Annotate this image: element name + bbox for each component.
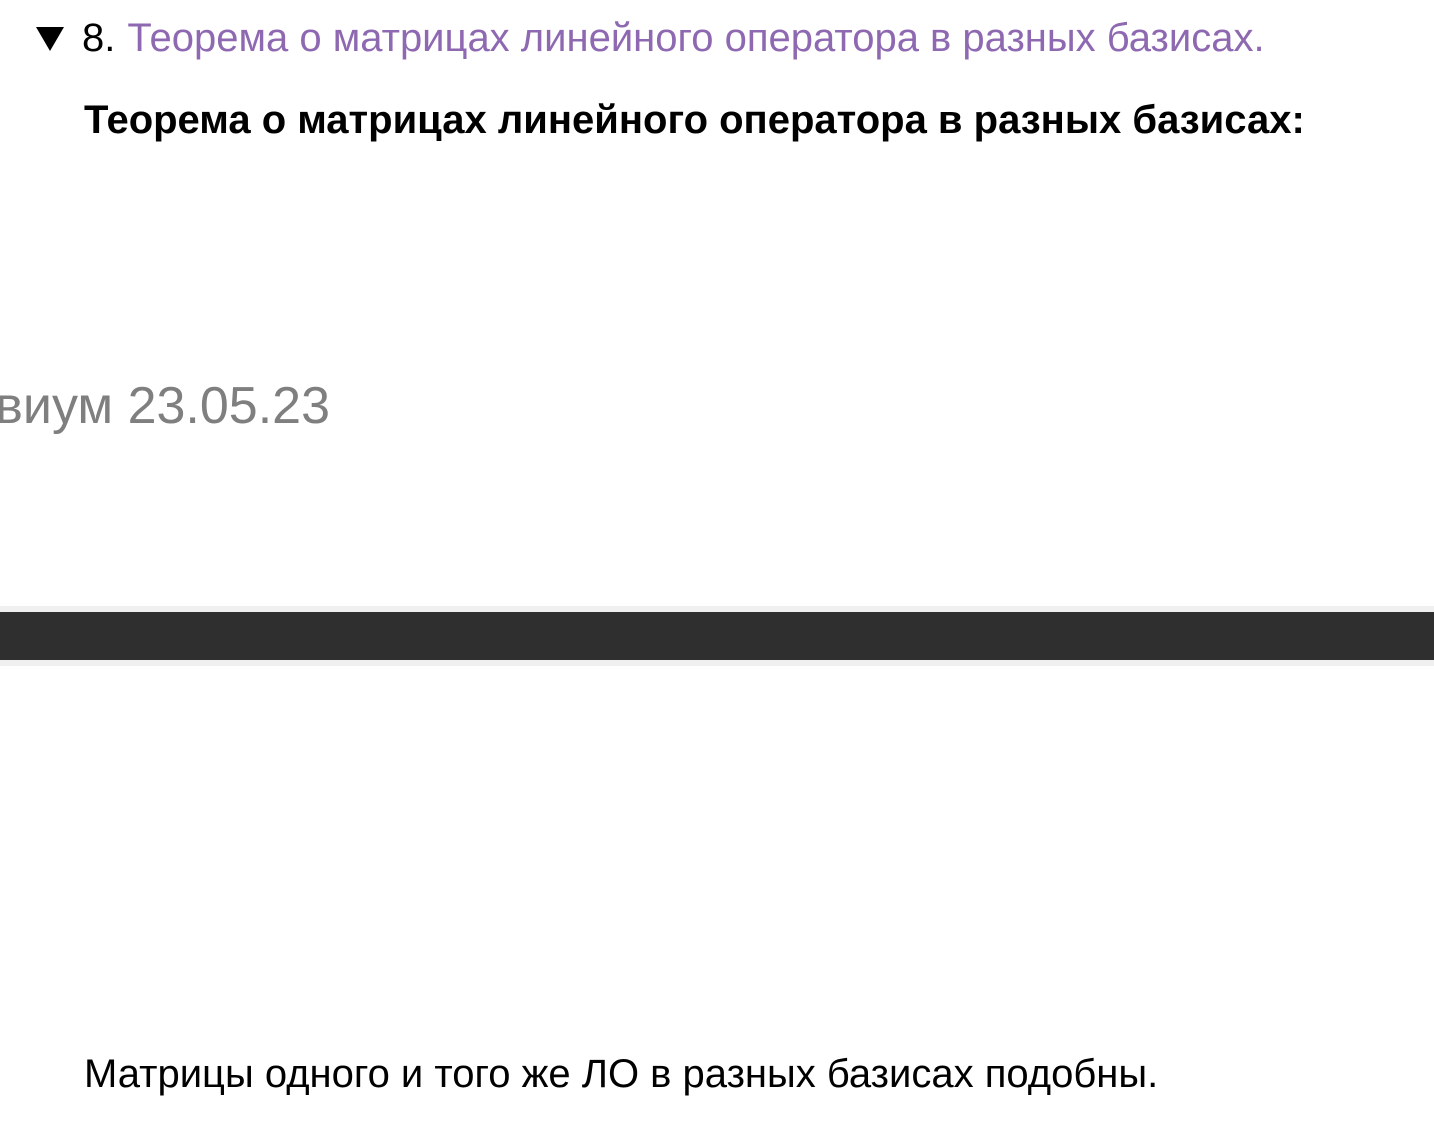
watermark-text: виум 23.05.23 <box>0 377 330 435</box>
divider-bar <box>0 612 1434 660</box>
theorem-heading: Теорема о матрицах линейного оператора в… <box>84 98 1305 142</box>
theorem-statement: Матрицы одного и того же ЛО в разных баз… <box>84 1052 1159 1096</box>
section-8-summary[interactable]: 8. Теорема о матрицах линейного оператор… <box>36 14 1265 62</box>
triangle-down-icon[interactable] <box>36 27 64 51</box>
section-title-link[interactable]: Теорема о матрицах линейного оператора в… <box>127 16 1264 61</box>
section-number: 8. <box>82 15 116 60</box>
